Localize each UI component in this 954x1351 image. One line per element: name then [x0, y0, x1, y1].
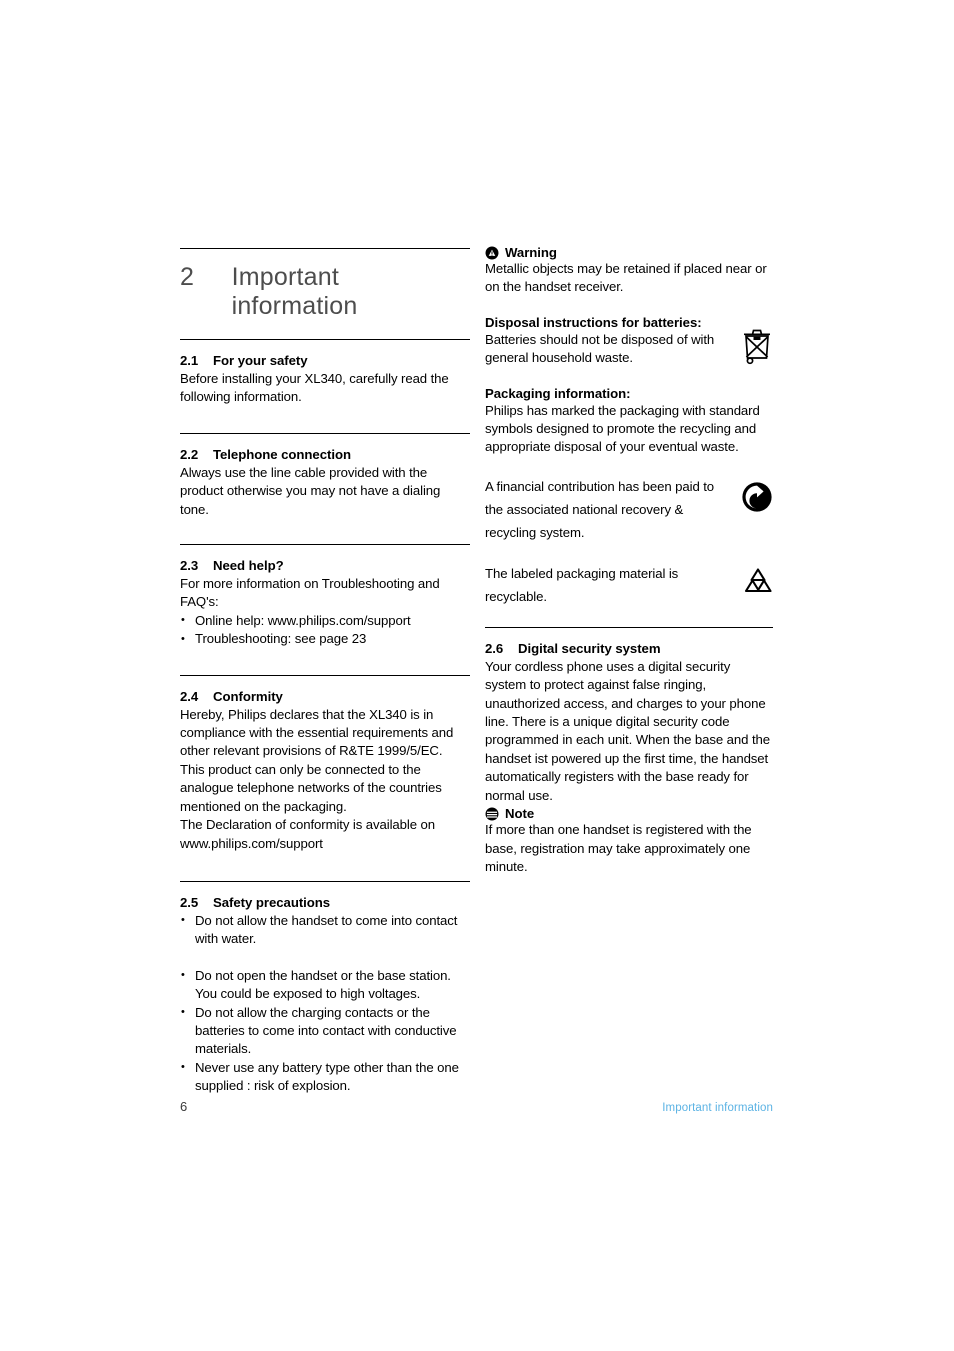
note-callout: Note If more than one handset is registe…	[485, 806, 773, 876]
chapter-number: 2	[180, 263, 195, 291]
recyclable-text: The labeled packaging material is recycl…	[485, 565, 679, 604]
right-column: Warning Metallic objects may be retained…	[485, 245, 773, 876]
section-2-6-heading: 2.6 Digital security system	[485, 641, 773, 656]
section-2-3: 2.3 Need help? For more information on T…	[180, 558, 470, 649]
note-lines-icon	[485, 807, 499, 821]
mobius-loop-recycling-icon	[744, 568, 772, 592]
green-dot-text: A financial contribution has been paid t…	[485, 478, 715, 540]
chapter-top-rule	[180, 248, 470, 249]
page-footer: 6 Important information	[180, 1099, 773, 1114]
list-item: Do not open the handset or the base stat…	[180, 966, 470, 1004]
section-2-4-paragraph-1: Hereby, Philips declares that the XL340 …	[180, 706, 454, 814]
section-rule-2-4	[180, 674, 470, 676]
section-2-6: 2.6 Digital security system Your cordles…	[485, 641, 773, 805]
section-2-3-title: Need help?	[213, 558, 284, 574]
green-dot-recycling-icon	[742, 482, 772, 512]
chapter-title: Important information	[231, 263, 358, 320]
section-2-4: 2.4 Conformity Hereby, Philips declares …	[180, 689, 470, 853]
section-2-6-title: Digital security system	[518, 640, 661, 656]
section-2-2-number: 2.2	[180, 446, 199, 462]
warning-callout-text: Metallic objects may be retained if plac…	[485, 261, 767, 295]
warning-triangle-icon	[485, 246, 499, 259]
section-2-4-number: 2.4	[180, 688, 199, 704]
section-2-2-heading: 2.2 Telephone connection	[180, 447, 470, 462]
warning-callout-label: Warning	[505, 245, 557, 260]
page-number: 6	[180, 1099, 188, 1114]
battery-disposal-block: Disposal instructions for batteries: Bat…	[485, 315, 773, 368]
document-page: 2 Important information 2.1 For your saf…	[0, 0, 954, 1351]
warning-callout-heading: Warning	[485, 245, 773, 260]
section-2-3-bullet-list: Online help: www.philips.com/support Tro…	[180, 611, 470, 649]
section-2-4-heading: 2.4 Conformity	[180, 689, 470, 704]
green-dot-block: A financial contribution has been paid t…	[485, 475, 773, 544]
recyclable-block: The labeled packaging material is recycl…	[485, 562, 773, 608]
section-2-1-number: 2.1	[180, 353, 199, 368]
section-2-3-heading: 2.3 Need help?	[180, 558, 470, 573]
section-2-4-paragraph-2: The Declaration of conformity is availab…	[180, 817, 435, 851]
list-item: Online help: www.philips.com/support	[180, 611, 470, 630]
battery-disposal-text: Batteries should not be disposed of with…	[485, 331, 715, 366]
section-rule-2-1	[180, 339, 470, 340]
section-2-1-heading: 2.1 For your safety	[180, 353, 470, 368]
section-2-4-title: Conformity	[213, 688, 283, 704]
section-rule-2-5	[180, 880, 470, 882]
section-2-5-bullet-list: Do not allow the handset to come into co…	[180, 911, 470, 1096]
section-2-1: 2.1 For your safety Before installing yo…	[180, 353, 470, 407]
crossed-out-wheelie-bin-icon	[744, 329, 770, 364]
section-2-5-title: Safety precautions	[213, 894, 331, 910]
section-2-2-paragraph: Always use the line cable provided with …	[180, 464, 441, 517]
page-title: 2 Important information	[180, 263, 470, 321]
section-rule-2-3	[180, 544, 470, 546]
section-2-5-number: 2.5	[180, 894, 199, 910]
section-rule-2-2	[180, 432, 470, 434]
list-item: Never use any battery type other than th…	[180, 1058, 470, 1096]
left-column: 2 Important information 2.1 For your saf…	[180, 248, 470, 1096]
packaging-information-block: Packaging information: Philips has marke…	[485, 386, 773, 457]
packaging-heading: Packaging information:	[485, 385, 631, 401]
packaging-text: Philips has marked the packaging with st…	[485, 402, 760, 455]
note-callout-heading: Note	[485, 806, 773, 821]
list-item: Troubleshooting: see page 23	[180, 630, 470, 649]
section-2-6-number: 2.6	[485, 640, 504, 656]
warning-callout: Warning Metallic objects may be retained…	[485, 245, 773, 297]
section-2-2: 2.2 Telephone connection Always use the …	[180, 447, 470, 519]
section-2-5: 2.5 Safety precautions Do not allow the …	[180, 895, 470, 1096]
section-2-3-paragraph: For more information on Troubleshooting …	[180, 576, 440, 610]
section-2-1-title: For your safety	[213, 353, 308, 368]
note-callout-label: Note	[505, 806, 535, 822]
section-2-5-heading: 2.5 Safety precautions	[180, 895, 470, 910]
section-2-2-title: Telephone connection	[213, 446, 351, 462]
section-rule-2-6	[485, 626, 773, 628]
section-2-3-number: 2.3	[180, 558, 199, 574]
list-item: Do not allow the handset to come into co…	[180, 911, 470, 949]
section-2-6-text: Your cordless phone uses a digital secur…	[485, 658, 770, 803]
battery-disposal-heading: Disposal instructions for batteries:	[485, 314, 702, 330]
list-item: Do not allow the charging contacts or th…	[180, 1003, 470, 1059]
note-callout-text: If more than one handset is registered w…	[485, 822, 752, 874]
footer-running-title: Important information	[662, 1102, 773, 1114]
section-2-1-paragraph: Before installing your XL340, carefully …	[180, 371, 449, 405]
